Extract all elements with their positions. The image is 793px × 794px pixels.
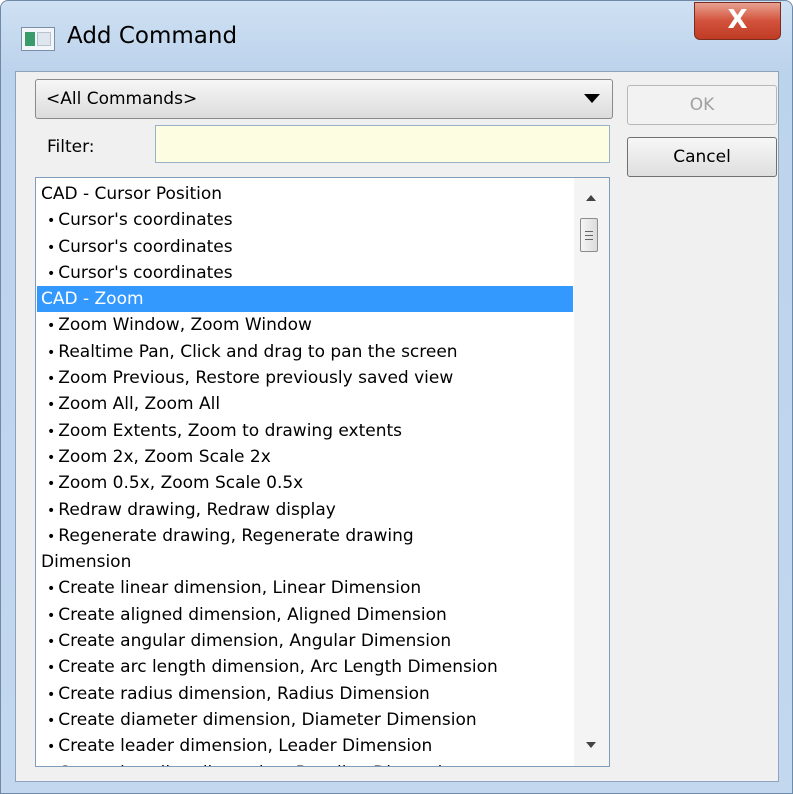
- list-item[interactable]: Create arc length dimension, Arc Length …: [37, 654, 573, 680]
- app-icon: [21, 27, 55, 51]
- vertical-scrollbar[interactable]: [574, 178, 609, 766]
- list-item[interactable]: Zoom All, Zoom All: [37, 391, 573, 417]
- list-item[interactable]: Create angular dimension, Angular Dimens…: [37, 628, 573, 654]
- list-item[interactable]: Cursor's coordinates: [37, 234, 573, 260]
- filter-input[interactable]: [155, 125, 610, 163]
- list-item[interactable]: Create linear dimension, Linear Dimensio…: [37, 575, 573, 601]
- ok-button[interactable]: OK: [627, 85, 777, 125]
- list-item[interactable]: Create leader dimension, Leader Dimensio…: [37, 733, 573, 759]
- list-item[interactable]: Regenerate drawing, Regenerate drawing: [37, 523, 573, 549]
- scroll-up-icon[interactable]: [586, 195, 596, 201]
- add-command-dialog: Add Command X <All Commands> Filter: OK …: [0, 0, 793, 794]
- scroll-down-icon[interactable]: [586, 742, 596, 748]
- list-item[interactable]: Redraw drawing, Redraw display: [37, 497, 573, 523]
- list-item[interactable]: Cursor's coordinates: [37, 207, 573, 233]
- list-item[interactable]: Create radius dimension, Radius Dimensio…: [37, 681, 573, 707]
- command-list[interactable]: CAD - Cursor PositionCursor's coordinate…: [35, 177, 610, 767]
- dropdown-selected-value: <All Commands>: [46, 89, 198, 109]
- window-title: Add Command: [67, 23, 238, 49]
- list-item[interactable]: Zoom 2x, Zoom Scale 2x: [37, 444, 573, 470]
- list-item[interactable]: Create aligned dimension, Aligned Dimens…: [37, 602, 573, 628]
- close-icon: X: [727, 5, 748, 35]
- scroll-thumb[interactable]: [580, 218, 598, 252]
- list-item[interactable]: Cursor's coordinates: [37, 260, 573, 286]
- list-item[interactable]: Zoom Window, Zoom Window: [37, 312, 573, 338]
- close-button[interactable]: X: [694, 2, 781, 40]
- cancel-button[interactable]: Cancel: [627, 137, 777, 177]
- command-category-dropdown[interactable]: <All Commands>: [35, 79, 613, 119]
- list-item[interactable]: Realtime Pan, Click and drag to pan the …: [37, 339, 573, 365]
- list-item[interactable]: Zoom Extents, Zoom to drawing extents: [37, 418, 573, 444]
- dropdown-arrow-icon: [584, 94, 600, 103]
- list-item[interactable]: Create baseline dimension, Baseline Dime…: [37, 760, 573, 766]
- list-item[interactable]: Zoom Previous, Restore previously saved …: [37, 365, 573, 391]
- list-group-header[interactable]: CAD - Zoom: [37, 286, 573, 313]
- list-item[interactable]: Create diameter dimension, Diameter Dime…: [37, 707, 573, 733]
- command-list-rows: CAD - Cursor PositionCursor's coordinate…: [37, 181, 573, 766]
- filter-label: Filter:: [47, 137, 95, 157]
- list-item[interactable]: Zoom 0.5x, Zoom Scale 0.5x: [37, 470, 573, 496]
- title-bar[interactable]: Add Command X: [1, 1, 792, 73]
- list-group-header[interactable]: CAD - Cursor Position: [37, 181, 573, 207]
- list-group-header[interactable]: Dimension: [37, 549, 573, 575]
